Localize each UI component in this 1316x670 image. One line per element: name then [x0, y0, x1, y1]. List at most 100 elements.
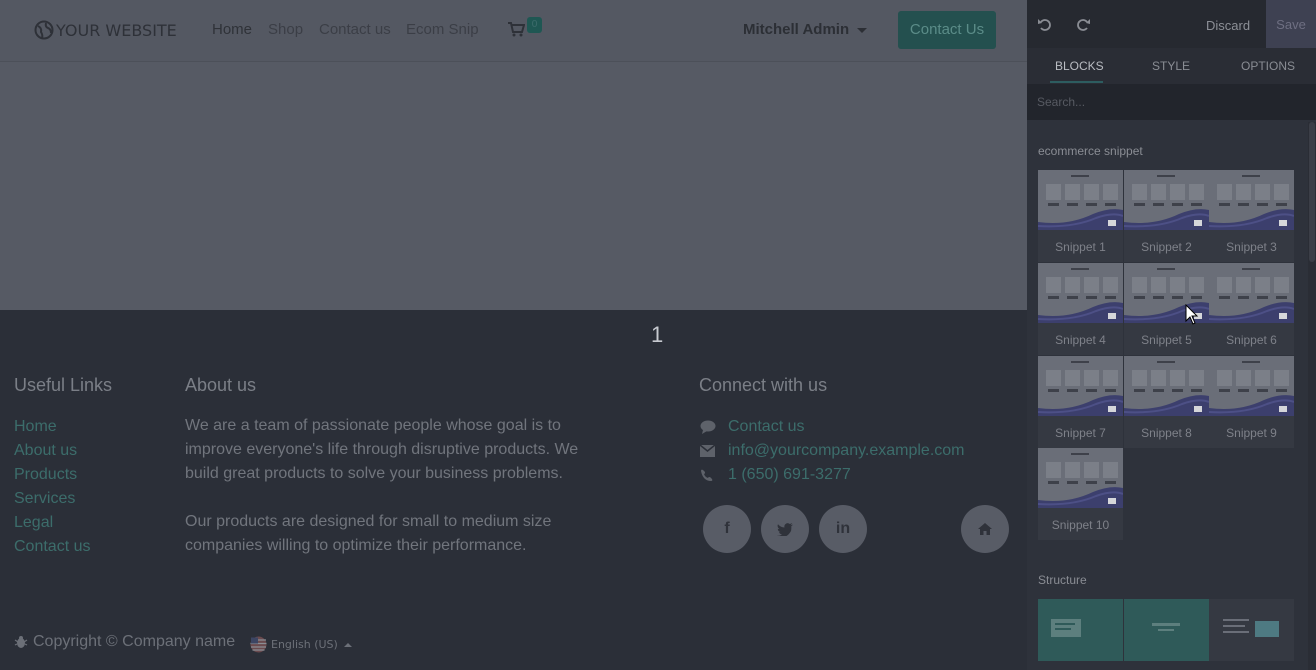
structure-block-2[interactable]: [1124, 599, 1209, 661]
home-icon[interactable]: [961, 505, 1009, 553]
connect-contact-label: Contact us: [728, 418, 805, 435]
undo-icon[interactable]: [1038, 17, 1052, 36]
brand-name: YOUR WEBSITE: [56, 20, 177, 40]
connect-title: Connect with us: [699, 375, 828, 395]
facebook-icon[interactable]: f: [703, 505, 751, 553]
bug-icon: [14, 636, 28, 648]
cart-icon[interactable]: [508, 22, 526, 41]
nav-link-home[interactable]: Home: [212, 21, 252, 38]
structure-block-3[interactable]: [1209, 599, 1294, 661]
snippet-thumbnail: [1124, 170, 1209, 230]
language-selector[interactable]: English (US): [250, 636, 352, 653]
snippet-label: Snippet 10: [1051, 518, 1110, 532]
nav-link-shop[interactable]: Shop: [268, 21, 303, 38]
footer-link-home[interactable]: Home: [14, 415, 90, 439]
snippet-card[interactable]: Snippet 9: [1209, 356, 1294, 448]
about-paragraph-2: Our products are designed for small to m…: [185, 513, 552, 554]
save-button[interactable]: Save: [1266, 0, 1316, 48]
us-flag-icon: [250, 636, 267, 653]
about-title: About us: [185, 375, 257, 395]
page-content-area: [0, 62, 1027, 310]
snippet-card[interactable]: Snippet 1: [1038, 170, 1123, 262]
connect-phone-label: 1 (650) 691-3277: [728, 466, 851, 483]
copyright-text: Copyright © Company name: [33, 633, 236, 650]
connect-contact-link[interactable]: Contact us: [700, 415, 965, 439]
discard-button[interactable]: Discard: [1206, 18, 1250, 33]
snippet-label: Snippet 1: [1055, 240, 1106, 254]
snippet-search-input[interactable]: [1037, 93, 1307, 111]
site-footer: 1 Useful Links Home About us Products Se…: [0, 310, 1027, 670]
mouse-cursor-icon: [1185, 304, 1199, 325]
snippet-thumbnail: [1209, 356, 1294, 416]
snippet-card[interactable]: Snippet 2: [1124, 170, 1209, 262]
nav-link-ecom-snip[interactable]: Ecom Snip: [406, 21, 479, 38]
snippet-card[interactable]: Snippet 6: [1209, 263, 1294, 355]
footer-link-services[interactable]: Services: [14, 487, 90, 511]
snippet-card[interactable]: Snippet 4: [1038, 263, 1123, 355]
page-number: 1: [651, 322, 664, 347]
footer-link-legal[interactable]: Legal: [14, 511, 90, 535]
snippet-label: Snippet 8: [1141, 426, 1192, 440]
snippet-thumbnail: [1209, 263, 1294, 323]
site-navbar: YOUR WEBSITE Home Shop Contact us Ecom S…: [0, 0, 1027, 62]
snippet-card[interactable]: Snippet 7: [1038, 356, 1123, 448]
snippet-thumbnail: [1038, 356, 1123, 416]
linkedin-icon[interactable]: in: [819, 505, 867, 553]
useful-links-title: Useful Links: [14, 375, 113, 395]
ecommerce-group-title: ecommerce snippet: [1038, 144, 1143, 158]
snippet-label: Snippet 7: [1055, 426, 1106, 440]
footer-link-products[interactable]: Products: [14, 463, 90, 487]
snippet-search-bar: [1027, 84, 1316, 120]
tab-style[interactable]: STYLE: [1152, 59, 1190, 73]
snippet-card[interactable]: Snippet 8: [1124, 356, 1209, 448]
nav-link-contact[interactable]: Contact us: [319, 21, 391, 38]
globe-icon: [34, 20, 54, 40]
panel-tabs: BLOCKS STYLE OPTIONS: [1027, 48, 1316, 84]
about-text: We are a team of passionate people whose…: [185, 414, 605, 558]
user-menu[interactable]: Mitchell Admin: [743, 21, 868, 38]
envelope-icon: [700, 445, 728, 457]
caret-up-icon: [343, 642, 352, 647]
connect-list: Contact us info@yourcompany.example.com …: [700, 415, 965, 487]
snippet-thumbnail: [1124, 356, 1209, 416]
snippet-label: Snippet 9: [1226, 426, 1277, 440]
user-name: Mitchell Admin: [743, 21, 850, 38]
snippet-thumbnail: [1209, 170, 1294, 230]
scrollbar-thumb[interactable]: [1309, 122, 1315, 262]
copyright: Copyright © Company name: [14, 633, 235, 651]
twitter-icon[interactable]: [761, 505, 809, 553]
snippet-card[interactable]: Snippet 10: [1038, 448, 1123, 540]
snippet-label: Snippet 6: [1226, 333, 1277, 347]
chevron-down-icon: [857, 27, 868, 33]
about-paragraph-1: We are a team of passionate people whose…: [185, 417, 579, 482]
snippet-thumbnail: [1038, 448, 1123, 508]
redo-icon[interactable]: [1076, 17, 1090, 36]
connect-email-link[interactable]: info@yourcompany.example.com: [700, 439, 965, 463]
snippet-label: Snippet 2: [1141, 240, 1192, 254]
website-canvas: YOUR WEBSITE Home Shop Contact us Ecom S…: [0, 0, 1027, 670]
site-logo[interactable]: YOUR WEBSITE: [34, 19, 177, 41]
snippet-thumbnail: [1038, 263, 1123, 323]
footer-link-about[interactable]: About us: [14, 439, 90, 463]
editor-panel: Discard Save BLOCKS STYLE OPTIONS ecomme…: [1027, 0, 1316, 670]
snippet-label: Snippet 3: [1226, 240, 1277, 254]
cart-count-badge: 0: [527, 17, 542, 33]
snippet-label: Snippet 5: [1141, 333, 1192, 347]
editor-toolbar: Discard Save: [1027, 0, 1316, 48]
snippet-thumbnail: [1038, 170, 1123, 230]
comment-icon: [700, 420, 728, 434]
panel-scrollbar[interactable]: [1308, 122, 1316, 670]
tab-options[interactable]: OPTIONS: [1241, 59, 1295, 73]
useful-links-list: Home About us Products Services Legal Co…: [14, 415, 90, 559]
snippet-card[interactable]: Snippet 3: [1209, 170, 1294, 262]
snippet-label: Snippet 4: [1055, 333, 1106, 347]
language-label: English (US): [271, 638, 338, 651]
connect-email-label: info@yourcompany.example.com: [728, 442, 965, 459]
tab-blocks[interactable]: BLOCKS: [1055, 59, 1104, 73]
footer-link-contact[interactable]: Contact us: [14, 535, 90, 559]
contact-us-button[interactable]: Contact Us: [898, 11, 996, 49]
connect-phone-link[interactable]: 1 (650) 691-3277: [700, 463, 965, 487]
active-tab-indicator: [1050, 81, 1103, 83]
structure-block-1[interactable]: [1038, 599, 1123, 661]
phone-icon: [700, 469, 728, 482]
